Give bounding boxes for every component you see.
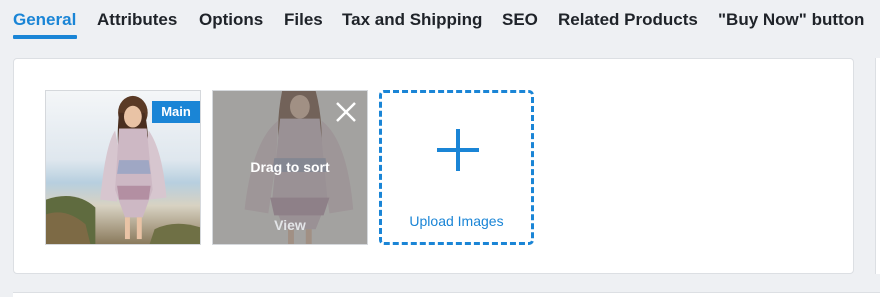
upload-images-button[interactable]: Upload Images: [379, 90, 534, 245]
upload-images-label: Upload Images: [409, 213, 504, 229]
product-image-main[interactable]: Main: [45, 90, 201, 245]
next-panel-edge: [13, 292, 880, 297]
view-image-link[interactable]: View: [213, 217, 367, 233]
product-image-secondary[interactable]: Drag to sort View: [212, 90, 368, 245]
tab-seo[interactable]: SEO: [502, 9, 538, 31]
adjacent-panel-edge: [875, 58, 880, 274]
plus-icon: [437, 129, 479, 171]
tab-options[interactable]: Options: [199, 9, 263, 31]
images-panel: Main Drag to sort View Upload Images: [13, 58, 854, 274]
close-icon[interactable]: [335, 101, 357, 123]
tab-tax-and-shipping[interactable]: Tax and Shipping: [342, 9, 482, 31]
drag-to-sort-label: Drag to sort: [250, 159, 330, 175]
tab-attributes[interactable]: Attributes: [97, 9, 177, 31]
tab-bar: General Attributes Options Files Tax and…: [0, 0, 880, 44]
tab-buy-now-button[interactable]: "Buy Now" button: [718, 9, 864, 31]
main-image-badge: Main: [152, 101, 200, 123]
tab-files[interactable]: Files: [284, 9, 323, 31]
active-tab-indicator: [13, 35, 77, 39]
tab-related-products[interactable]: Related Products: [558, 9, 698, 31]
tab-general[interactable]: General: [13, 9, 76, 31]
